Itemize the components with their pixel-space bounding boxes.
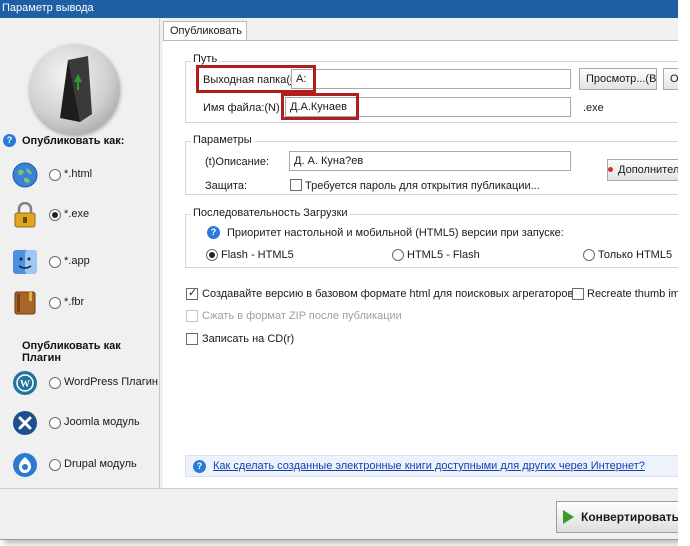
path-group-title: Путь [191,53,220,65]
plugin-wordpress-radio[interactable] [49,377,61,389]
advanced-icon [608,167,613,172]
advanced-label: Дополнительно [618,164,680,176]
book-icon [14,291,36,315]
cd-label: Записать на CD(r) [202,333,295,345]
priority-help-icon[interactable]: ? [207,226,220,239]
plugin-joomla-radio[interactable] [49,417,61,429]
tab-publish[interactable]: Опубликовать [163,21,247,41]
basic-html-label: Создавайте версию в базовом формате html… [202,288,574,300]
highlight-output-folder [196,65,316,93]
format-exe-option[interactable]: *.exe [8,200,158,230]
password-label: Требуется пароль для открытия публикации… [305,180,540,192]
app-logo [30,44,120,134]
recreate-thumb-label: Recreate thumb image [587,288,680,300]
cd-checkbox[interactable] [186,333,198,345]
plugin-drupal-radio[interactable] [49,459,61,471]
format-html-option[interactable]: *.html [8,160,158,190]
load-flash-html5-radio[interactable] [206,249,218,261]
format-app-radio[interactable] [49,256,61,268]
format-exe-radio[interactable] [49,209,61,221]
plugin-joomla-label: Joomla модуль [64,416,140,428]
format-fbr-radio[interactable] [49,297,61,309]
tab-bar: Опубликовать [161,18,679,41]
publish-as-plugin-heading: Опубликовать как Плагин [22,340,121,364]
load-html5-flash-label: HTML5 - Flash [407,249,480,261]
help-icon[interactable]: ? [3,134,16,147]
plugin-wordpress-option[interactable]: W WordPress Плагин [8,368,158,398]
load-html5-flash-radio[interactable] [392,249,404,261]
lock-icon [14,202,36,228]
help-link-bar: ? Как сделать созданные электронные книг… [185,455,679,477]
protection-label: Защита: [205,180,248,192]
convert-label: Конвертировать [581,510,680,524]
description-input[interactable]: Д. А. Куна?ев [289,151,571,171]
recreate-thumb-checkbox[interactable] [572,288,584,300]
globe-icon [12,162,38,188]
plugin-drupal-label: Drupal модуль [64,458,137,470]
wordpress-icon: W [13,371,37,395]
format-html-radio[interactable] [49,169,61,181]
password-checkbox[interactable] [290,179,302,191]
publish-as-heading: Опубликовать как: [22,135,125,147]
advanced-button[interactable]: Дополнительно [607,159,680,181]
file-name-label: Имя файла:(N) [203,102,280,114]
browse-button[interactable]: Просмотр...(B) [579,68,657,90]
mac-finder-icon [13,250,37,274]
format-fbr-option[interactable]: *.fbr [8,288,158,318]
file-extension: .exe [583,102,604,114]
format-fbr-label: *.fbr [64,296,85,308]
params-group-title: Параметры [191,134,254,146]
format-html-label: *.html [64,168,93,180]
load-sequence-title: Последовательность Загрузки [191,207,350,219]
publish-panel: Путь Выходная папка(u A: Просмотр...(B) … [163,40,680,488]
format-exe-label: *.exe [64,208,90,220]
format-app-label: *.app [64,255,90,267]
plugin-drupal-option[interactable]: Drupal модуль [8,450,158,480]
output-folder-input[interactable]: A: [291,69,571,89]
screenshot-edge [678,0,690,546]
sidebar: ? Опубликовать как: *.html *.exe *.app *… [0,18,160,488]
plugin-wordpress-label: WordPress Плагин [64,376,158,388]
publish-window: Параметр вывода ? Опубликовать как: *.ht… [0,0,680,540]
description-label: (t)Описание: [205,156,270,168]
link-help-icon: ? [193,460,206,473]
help-link[interactable]: Как сделать созданные электронные книги … [213,460,645,472]
joomla-icon [13,411,37,435]
format-app-option[interactable]: *.app [8,247,158,277]
play-icon [563,510,574,524]
load-html5-only-radio[interactable] [583,249,595,261]
priority-text: Приоритет настольной и мобильной (HTML5)… [227,227,564,239]
load-html5-only-label: Только HTML5 [598,249,673,261]
load-flash-html5-label: Flash - HTML5 [221,249,294,261]
highlight-file-name [281,93,359,120]
bottom-bar: Конвертировать [0,488,680,539]
convert-button[interactable]: Конвертировать [556,501,680,533]
zip-checkbox[interactable] [186,310,198,322]
zip-label: Сжать в формат ZIP после публикации [202,310,402,322]
basic-html-checkbox[interactable] [186,286,198,300]
svg-text:W: W [20,379,30,390]
plugin-joomla-option[interactable]: Joomla модуль [8,408,158,438]
window-title: Параметр вывода [0,0,679,18]
drupal-icon [13,453,37,477]
